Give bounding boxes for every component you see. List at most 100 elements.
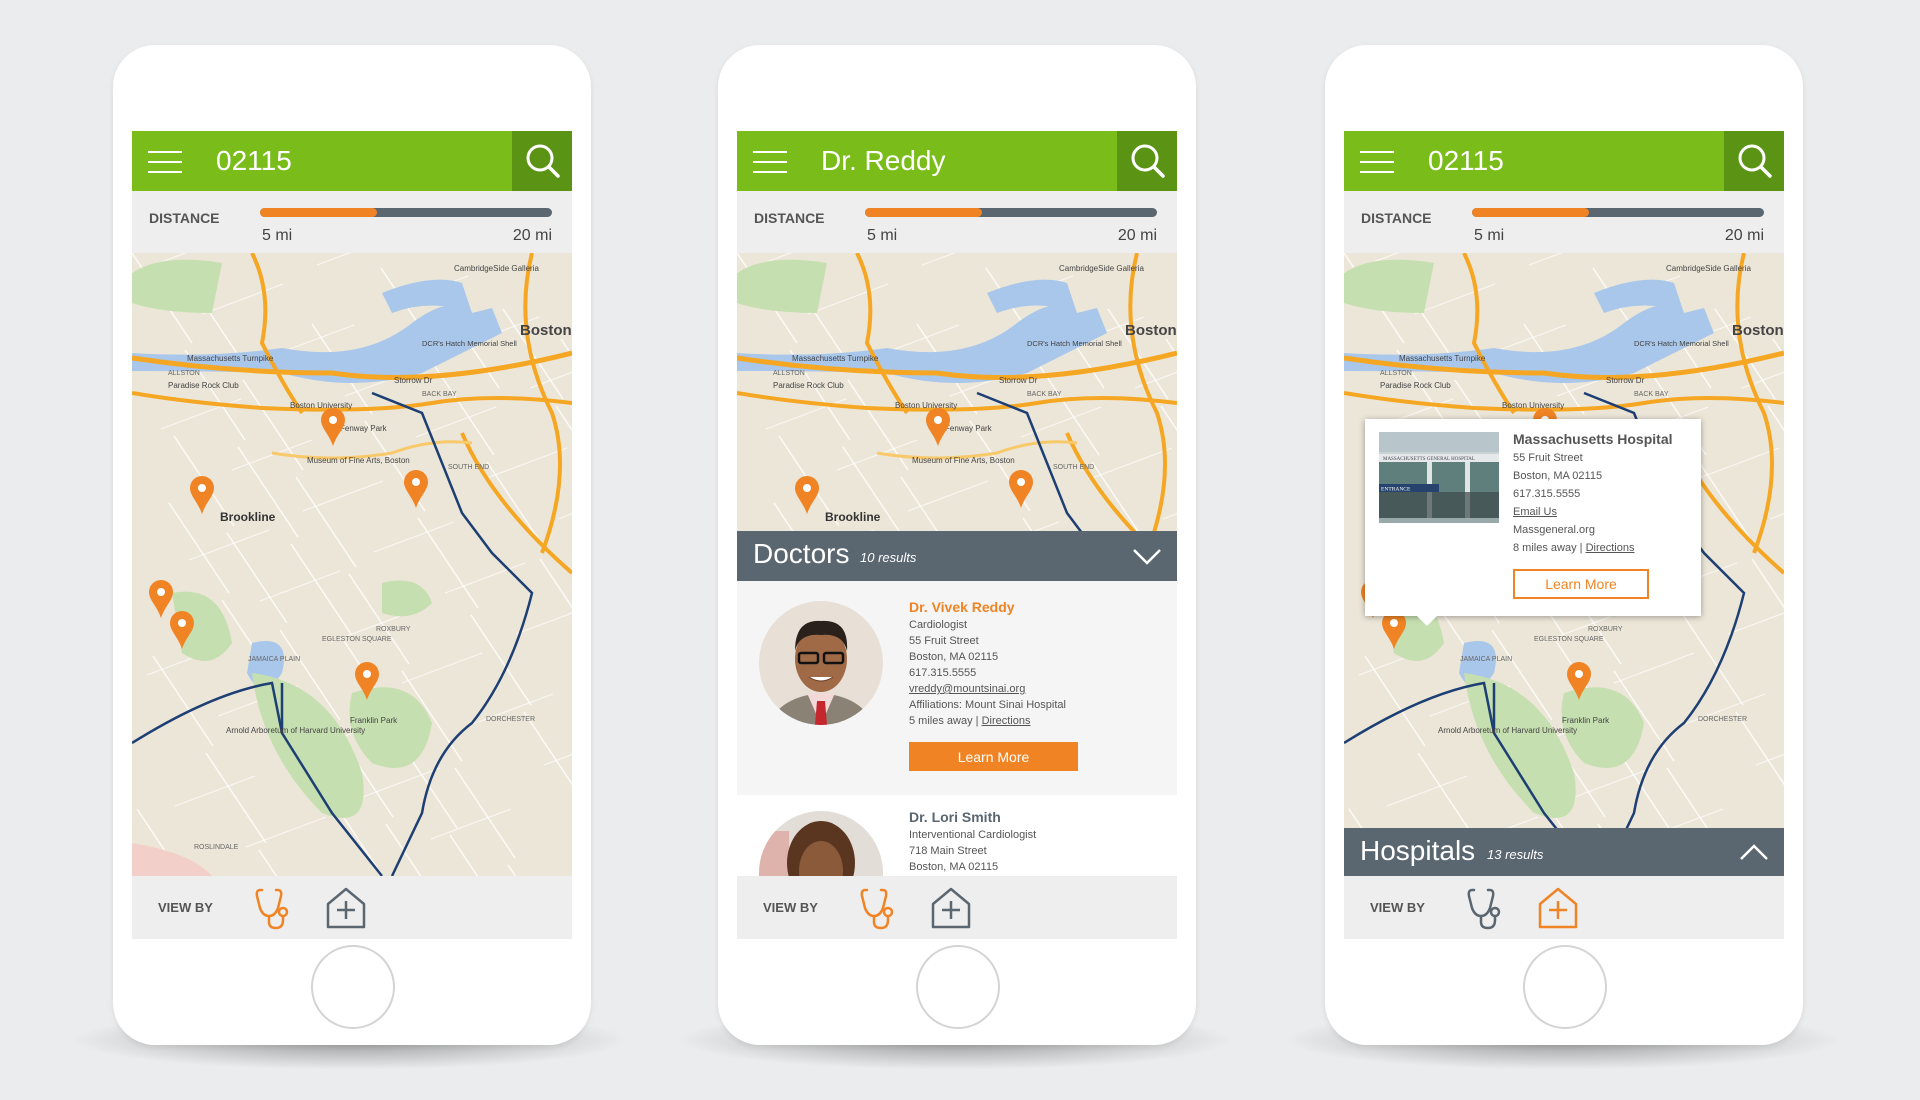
map-label: Arnold Arboretum of Harvard University [1438,726,1577,735]
hospital-website[interactable]: Massgeneral.org [1513,521,1673,539]
view-by-label: VIEW BY [1370,900,1425,915]
doctor-name[interactable]: Dr. Lori Smith [909,807,1036,827]
header-bar: Dr. Reddy [737,131,1177,191]
directions-link[interactable]: Directions [1586,542,1635,554]
map-label: EGLESTON SQUARE [1534,636,1604,643]
doctor-photo [759,601,883,725]
map-label: CambridgeSide Galleria [454,264,539,273]
list-title: Doctors [753,538,850,569]
distance-filter: DISTANCE 5 mi 20 mi [1344,191,1784,253]
map-label: Franklin Park [1562,716,1610,725]
chevron-down-icon[interactable] [1131,545,1163,567]
hamburger-icon[interactable] [753,149,787,175]
doctor-specialty: Interventional Cardiologist [909,829,1037,841]
map-label: Boston University [895,401,957,410]
view-by-hospitals-button[interactable] [1534,884,1582,932]
distance-max: 20 mi [512,227,552,244]
map-label: CambridgeSide Galleria [1059,264,1144,273]
learn-more-button[interactable]: Learn More [1513,569,1649,599]
doctor-card[interactable]: Dr. Vivek Reddy Cardiologist 55 Fruit St… [737,581,1177,795]
doctor-info: Dr. Vivek Reddy Cardiologist 55 Fruit St… [909,597,1066,729]
distance-max: 20 mi [1724,227,1764,244]
home-button[interactable] [311,945,395,1029]
search-icon [1738,144,1772,178]
distance-slider[interactable] [1472,208,1764,217]
map-label: DORCHESTER [1698,716,1747,723]
search-button[interactable] [512,131,572,191]
distance-min: 5 mi [1474,227,1505,244]
email-us-link[interactable]: Email Us [1513,506,1557,518]
doctor-city: Boston, MA 02115 [909,861,999,873]
doctor-name[interactable]: Dr. Vivek Reddy [909,597,1066,617]
view-by-hospitals-button[interactable] [322,884,370,932]
search-query[interactable]: Dr. Reddy [821,145,946,177]
map-label: CambridgeSide Galleria [1666,264,1751,273]
phone-1: 02115 DISTANCE 5 mi 20 mi CambridgeSide … [113,45,591,1045]
hospital-plus-icon [931,887,971,929]
home-button[interactable] [916,945,1000,1029]
map[interactable]: CambridgeSide Galleria Boston DCR's Hatch … [132,253,572,876]
home-button[interactable] [1523,945,1607,1029]
hospital-street: 55 Fruit Street [1513,452,1583,464]
doctors-list-header[interactable]: Doctors 10 results [737,531,1177,581]
doctor-phone: 617.315.5555 [909,667,977,679]
map-label: Boston University [290,401,352,410]
doctor-street: 718 Main Street [909,845,987,857]
distance-filter: DISTANCE 5 mi 20 mi [132,191,572,253]
map-label: DCR's Hatch Memorial Shell [1634,339,1729,348]
doctor-affiliations: Affiliations: Mount Sinai Hospital [909,699,1066,711]
map-label: ALLSTON [168,370,200,377]
view-by-hospitals-button[interactable] [927,884,975,932]
search-query[interactable]: 02115 [1428,145,1504,177]
hospital-city: Boston, MA 02115 [1513,470,1603,482]
distance-filter: DISTANCE 5 mi 20 mi [737,191,1177,253]
view-by-label: VIEW BY [158,900,213,915]
map-label: Boston [1125,322,1177,339]
map-label: Boston University [1502,401,1564,410]
search-button[interactable] [1724,131,1784,191]
hospital-photo-sign: MASSACHUSETTS GENERAL HOSPITAL [1383,457,1475,462]
map-label: Storrow Dr [394,376,433,385]
doctor-email-link[interactable]: vreddy@mountsinai.org [909,683,1025,695]
stethoscope-icon [1467,888,1501,930]
map-label: Museum of Fine Arts, Boston [307,456,410,465]
view-by-bar: VIEW BY [1344,876,1784,939]
view-by-doctors-button[interactable] [1464,884,1512,932]
hamburger-icon[interactable] [148,149,182,175]
map-label: DCR's Hatch Memorial Shell [1027,339,1122,348]
directions-link[interactable]: Directions [982,715,1031,727]
view-by-doctors-button[interactable] [857,884,905,932]
distance-min: 5 mi [262,227,293,244]
distance-slider[interactable] [260,208,552,217]
view-by-bar: VIEW BY [132,876,572,939]
doctor-info: Dr. Lori Smith Interventional Cardiologi… [909,807,1036,875]
chevron-up-icon[interactable] [1738,841,1770,863]
doctor-card[interactable]: Dr. Lori Smith Interventional Cardiologi… [737,795,1177,876]
distance-slider-fill [865,208,982,217]
learn-more-button[interactable]: Learn More [909,742,1078,771]
view-by-bar: VIEW BY [737,876,1177,939]
search-query[interactable]: 02115 [216,145,292,177]
map-label: Storrow Dr [1606,376,1645,385]
search-button[interactable] [1117,131,1177,191]
hospital-name[interactable]: Massachusetts Hospital [1513,429,1673,449]
distance-max: 20 mi [1117,227,1157,244]
hospital-info: Massachusetts Hospital 55 Fruit Street B… [1513,429,1673,557]
distance-slider-fill [1472,208,1589,217]
distance-label: DISTANCE [754,210,825,226]
map-label: Massachusetts Turnpike [792,354,879,363]
hospital-phone: 617.315.5555 [1513,488,1581,500]
search-icon [526,144,560,178]
view-by-doctors-button[interactable] [252,884,300,932]
screen: Dr. Reddy DISTANCE 5 mi 20 mi CambridgeS… [737,131,1177,939]
list-title: Hospitals [1360,835,1476,866]
header-bar: 02115 [1344,131,1784,191]
screen: 02115 DISTANCE 5 mi 20 mi CambridgeSide … [1344,131,1784,939]
header-bar: 02115 [132,131,572,191]
hospitals-list-header[interactable]: Hospitals 13 results [1344,828,1784,876]
map-label: JAMAICA PLAIN [248,656,300,663]
distance-slider[interactable] [865,208,1157,217]
hamburger-icon[interactable] [1360,149,1394,175]
map-label: BACK BAY [422,391,457,398]
stethoscope-icon [860,888,894,930]
